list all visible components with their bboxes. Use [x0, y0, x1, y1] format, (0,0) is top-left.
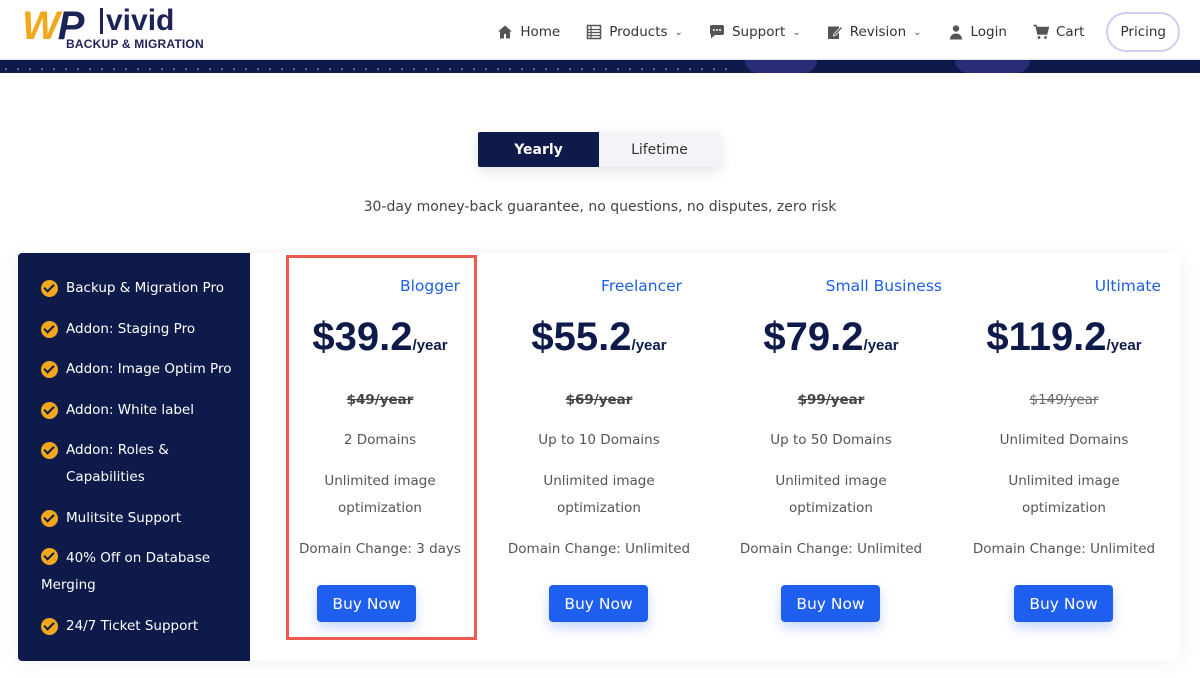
check-circle-icon	[41, 401, 58, 419]
buy-now-button[interactable]: Buy Now	[1014, 585, 1113, 622]
pricing-table: Backup & Migration Pro Addon: Staging Pr…	[18, 253, 1180, 661]
feature-item: 40% Off on Database Merging	[41, 548, 211, 593]
user-icon	[949, 25, 962, 40]
buy-now-button[interactable]: Buy Now	[549, 585, 648, 622]
check-circle-icon	[41, 280, 58, 297]
feature-item: Mulitsite Support	[41, 505, 250, 532]
nav-support[interactable]: Support ⌄	[709, 24, 801, 40]
chevron-down-icon: ⌄	[674, 26, 683, 38]
feature-item: 24/7 Ticket Support	[41, 613, 250, 640]
plan-image-optimization: Unlimited image	[1008, 473, 1120, 489]
plan-image-optimization: optimization	[1022, 500, 1106, 516]
chevron-down-icon: ⌄	[913, 26, 922, 38]
check-circle-icon	[41, 320, 58, 338]
plan-blogger: Blogger $39.2/year $49/year 2 Domains Un…	[290, 253, 470, 661]
plan-domains: Unlimited Domains	[999, 432, 1129, 448]
nav-revision[interactable]: Revision ⌄	[827, 24, 922, 40]
plan-domains: 2 Domains	[343, 432, 417, 448]
plan-price: $39.2/year	[312, 315, 448, 359]
site-header: WP vivid BACKUP & MIGRATION Home Product…	[0, 0, 1200, 60]
plan-name: Blogger	[399, 277, 460, 295]
plan-domains: Up to 10 Domains	[538, 432, 660, 448]
plan-old-price: $149/year	[1029, 392, 1099, 408]
banner-shape	[745, 60, 817, 73]
plan-old-price: $49/year	[346, 392, 414, 408]
plan-old-price: $99/year	[797, 392, 865, 408]
feature-list: Backup & Migration Pro Addon: Staging Pr…	[18, 253, 250, 661]
plan-price: $79.2/year	[763, 315, 899, 359]
feature-item: Addon: Image Optim Pro	[41, 356, 250, 383]
nav-support-label: Support	[731, 24, 786, 40]
logo-brand-text: vivid	[106, 4, 175, 37]
products-icon	[587, 24, 602, 40]
logo-divider	[100, 8, 103, 34]
nav-pricing-button[interactable]: Pricing	[1106, 12, 1180, 52]
nav-login[interactable]: Login	[948, 24, 1007, 40]
plan-image-optimization: Unlimited image	[324, 473, 436, 489]
chevron-down-icon: ⌄	[792, 26, 801, 38]
plan-image-optimization: optimization	[557, 500, 641, 516]
buy-now-button[interactable]: Buy Now	[781, 585, 880, 622]
plan-domain-change: Domain Change: 3 days	[299, 541, 461, 557]
plan-price: $119.2/year	[986, 315, 1142, 359]
site-logo[interactable]: WP vivid BACKUP & MIGRATION	[22, 4, 204, 54]
plan-name: Ultimate	[1094, 277, 1161, 295]
feature-item: Addon: White label	[41, 397, 250, 424]
nav-home[interactable]: Home	[497, 24, 560, 40]
plan-image-optimization: optimization	[338, 500, 422, 516]
plan-domains: Up to 50 Domains	[770, 432, 892, 448]
check-circle-icon	[41, 509, 58, 527]
nav-products-label: Products	[609, 24, 668, 40]
toggle-yearly[interactable]: Yearly	[478, 132, 599, 167]
nav-login-label: Login	[970, 24, 1007, 40]
plan-image-optimization: Unlimited image	[543, 473, 655, 489]
check-circle-icon	[41, 361, 58, 378]
buy-now-button[interactable]: Buy Now	[317, 585, 416, 622]
cart-icon	[1033, 24, 1049, 39]
plan-image-optimization: optimization	[789, 500, 873, 516]
check-circle-icon	[41, 548, 58, 565]
main-nav: Home Products ⌄ Support ⌄ Revision ⌄ Log…	[471, 10, 1180, 54]
support-icon	[709, 25, 724, 39]
plan-domain-change: Domain Change: Unlimited	[972, 541, 1156, 557]
nav-revision-label: Revision	[849, 24, 907, 40]
header-banner-strip	[0, 60, 1200, 73]
revision-icon	[827, 25, 843, 39]
check-circle-icon	[41, 442, 58, 459]
plan-name: Small Business	[825, 277, 942, 295]
plan-small-business: Small Business $79.2/year $99/year Up to…	[736, 253, 942, 661]
plan-freelancer: Freelancer $55.2/year $69/year Up to 10 …	[504, 253, 694, 661]
feature-item: Addon: Staging Pro	[41, 316, 250, 343]
plan-image-optimization: Unlimited image	[775, 473, 887, 489]
home-icon	[498, 25, 513, 39]
banner-dots	[0, 67, 730, 70]
feature-item: Addon: Roles & Capabilities	[41, 437, 250, 491]
toggle-lifetime[interactable]: Lifetime	[599, 132, 720, 167]
banner-shape	[955, 60, 1030, 73]
plan-ultimate: Ultimate $119.2/year $149/year Unlimited…	[969, 253, 1161, 661]
check-circle-icon	[41, 617, 58, 635]
feature-item: Backup & Migration Pro	[41, 275, 250, 302]
plan-name: Freelancer	[601, 277, 682, 295]
plan-old-price: $69/year	[565, 392, 633, 408]
plan-domain-change: Domain Change: Unlimited	[507, 541, 691, 557]
nav-home-label: Home	[520, 24, 561, 40]
logo-subtitle: BACKUP & MIGRATION	[66, 37, 204, 51]
nav-cart[interactable]: Cart	[1033, 24, 1085, 40]
nav-products[interactable]: Products ⌄	[586, 24, 683, 40]
plan-domain-change: Domain Change: Unlimited	[739, 541, 923, 557]
billing-period-toggle: Yearly Lifetime	[478, 132, 720, 167]
plan-price: $55.2/year	[531, 315, 667, 359]
money-back-guarantee: 30-day money-back guarantee, no question…	[363, 199, 837, 215]
nav-cart-label: Cart	[1055, 24, 1085, 40]
